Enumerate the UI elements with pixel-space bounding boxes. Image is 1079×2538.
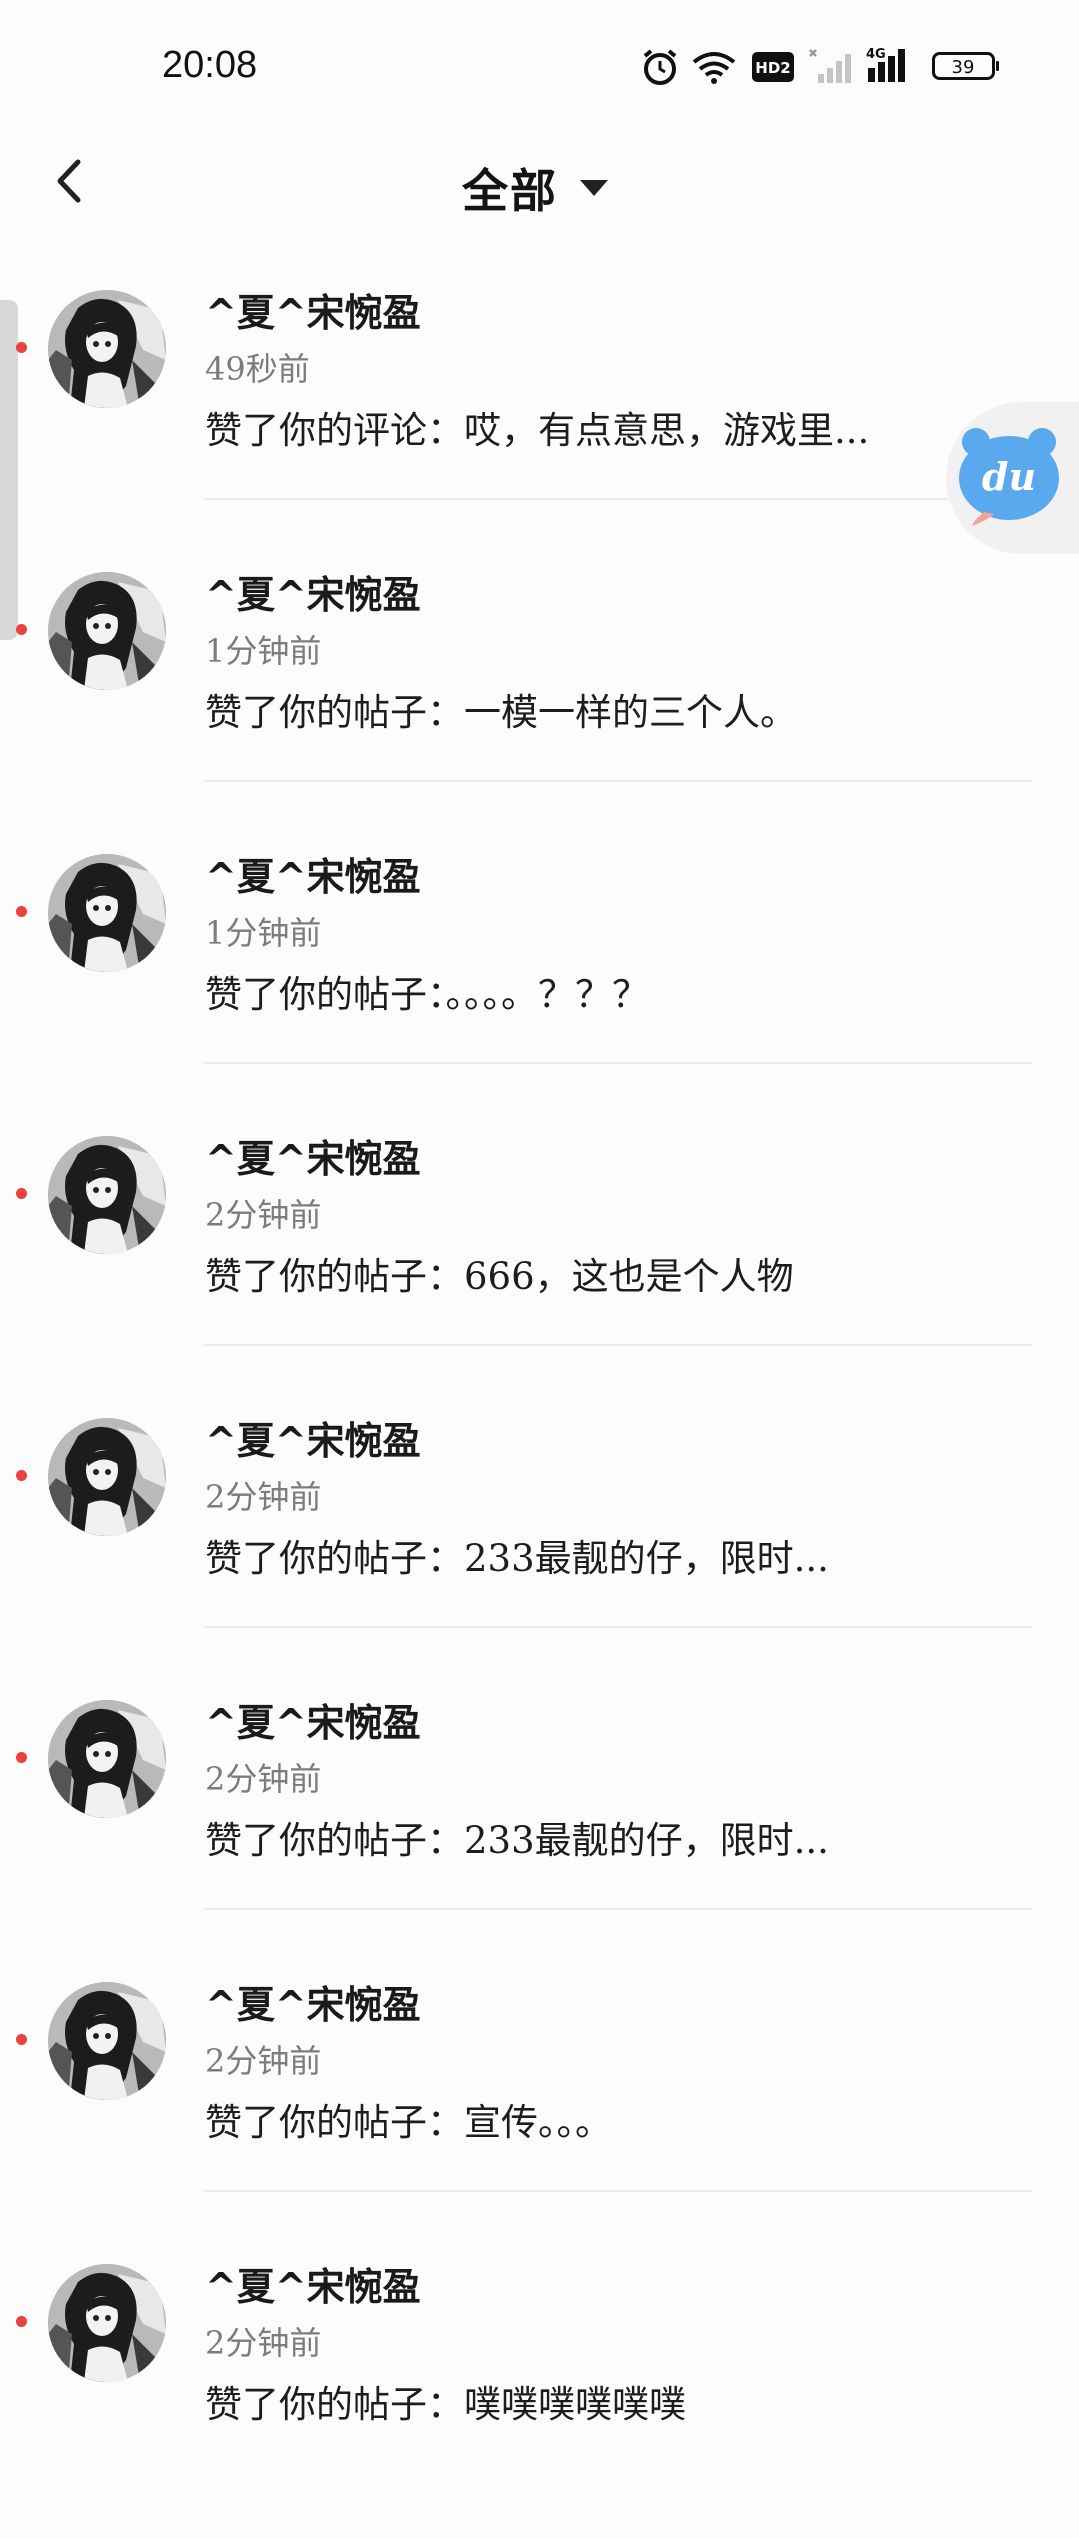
signal-icon [809, 49, 851, 83]
notification-item[interactable]: ^夏^宋惋盈 2分钟前 赞了你的帖子：666，这也是个人物 [0, 1128, 1079, 1410]
divider [203, 1626, 1032, 1628]
page-title: 全部 [462, 164, 558, 218]
avatar[interactable] [48, 1136, 166, 1254]
avatar[interactable] [48, 1982, 166, 2100]
notification-message: 赞了你的帖子：。。。。？？？ [205, 973, 649, 1016]
notification-item[interactable]: ^夏^宋惋盈 1分钟前 赞了你的帖子：一模一样的三个人。 [0, 564, 1079, 846]
divider [203, 1908, 1032, 1910]
divider [203, 2190, 1032, 2192]
unread-dot [16, 624, 27, 635]
filter-dropdown[interactable]: 全部 [462, 148, 608, 228]
svg-text:39: 39 [952, 57, 975, 78]
notification-message: 赞了你的帖子：噗噗噗噗噗噗 [205, 2383, 686, 2426]
notification-time: 2分钟前 [205, 2042, 322, 2080]
notification-message: 赞了你的评论：哎，有点意思，游戏里... [205, 409, 870, 452]
notification-item[interactable]: ^夏^宋惋盈 1分钟前 赞了你的帖子：。。。。？？？ [0, 846, 1079, 1128]
svg-text:4G: 4G [866, 47, 886, 62]
signal-4g-icon: 4G [866, 47, 905, 82]
unread-dot [16, 2316, 27, 2327]
notification-message: 赞了你的帖子：233最靓的仔，限时... [205, 1537, 829, 1580]
avatar[interactable] [48, 572, 166, 690]
svg-text:du: du [982, 454, 1036, 499]
status-time: 20:08 [162, 44, 258, 86]
notification-time: 2分钟前 [205, 1196, 322, 1234]
notification-time: 2分钟前 [205, 1478, 322, 1516]
avatar[interactable] [48, 1418, 166, 1536]
user-name[interactable]: ^夏^宋惋盈 [205, 2256, 421, 2311]
header: 全部 [0, 140, 1079, 280]
notification-item[interactable]: ^夏^宋惋盈 2分钟前 赞了你的帖子：宣传。。。 [0, 1974, 1079, 2256]
unread-dot [16, 1470, 27, 1481]
user-name[interactable]: ^夏^宋惋盈 [205, 564, 421, 619]
unread-dot [16, 1188, 27, 1199]
user-name[interactable]: ^夏^宋惋盈 [205, 282, 421, 337]
divider [203, 1062, 1032, 1064]
divider [203, 1344, 1032, 1346]
unread-dot [16, 342, 27, 353]
user-name[interactable]: ^夏^宋惋盈 [205, 1410, 421, 1465]
user-name[interactable]: ^夏^宋惋盈 [205, 1974, 421, 2029]
avatar[interactable] [48, 854, 166, 972]
unread-dot [16, 1752, 27, 1763]
battery-icon: 39 [932, 52, 999, 80]
notification-message: 赞了你的帖子：一模一样的三个人。 [205, 691, 797, 734]
notification-message: 赞了你的帖子：233最靓的仔，限时... [205, 1819, 829, 1862]
wifi-icon [692, 52, 736, 84]
user-name[interactable]: ^夏^宋惋盈 [205, 846, 421, 901]
avatar[interactable] [48, 1700, 166, 1818]
notification-message: 赞了你的帖子：宣传。。。 [205, 2101, 612, 2144]
notification-time: 1分钟前 [205, 914, 322, 952]
back-button[interactable] [40, 140, 130, 230]
status-bar: 20:08 HD2 4G 39 [0, 0, 1079, 140]
user-name[interactable]: ^夏^宋惋盈 [205, 1692, 421, 1747]
unread-dot [16, 906, 27, 917]
notification-item[interactable]: ^夏^宋惋盈 2分钟前 赞了你的帖子：233最靓的仔，限时... [0, 1410, 1079, 1692]
divider [203, 498, 1032, 500]
caret-down-icon [580, 180, 608, 196]
back-arrow-icon [57, 159, 81, 203]
notification-message: 赞了你的帖子：666，这也是个人物 [205, 1255, 794, 1298]
hd-icon: HD2 [752, 52, 794, 82]
notification-time: 2分钟前 [205, 1760, 322, 1798]
notification-item[interactable]: ^夏^宋惋盈 2分钟前 赞了你的帖子：233最靓的仔，限时... [0, 1692, 1079, 1974]
divider [203, 780, 1032, 782]
du-bear-icon: du [959, 428, 1059, 526]
notification-item[interactable]: ^夏^宋惋盈 49秒前 赞了你的评论：哎，有点意思，游戏里... [0, 282, 1079, 564]
notification-item[interactable]: ^夏^宋惋盈 2分钟前 赞了你的帖子：噗噗噗噗噗噗 [0, 2256, 1079, 2538]
notification-time: 2分钟前 [205, 2324, 322, 2362]
notification-list: ^夏^宋惋盈 49秒前 赞了你的评论：哎，有点意思，游戏里... ^夏^宋惋盈 … [0, 282, 1079, 2538]
avatar[interactable] [48, 290, 166, 408]
avatar[interactable] [48, 2264, 166, 2382]
user-name[interactable]: ^夏^宋惋盈 [205, 1128, 421, 1183]
svg-text:HD2: HD2 [755, 59, 790, 77]
unread-dot [16, 2034, 27, 2045]
notification-time: 49秒前 [205, 350, 310, 388]
alarm-icon [643, 49, 677, 85]
notification-time: 1分钟前 [205, 632, 322, 670]
